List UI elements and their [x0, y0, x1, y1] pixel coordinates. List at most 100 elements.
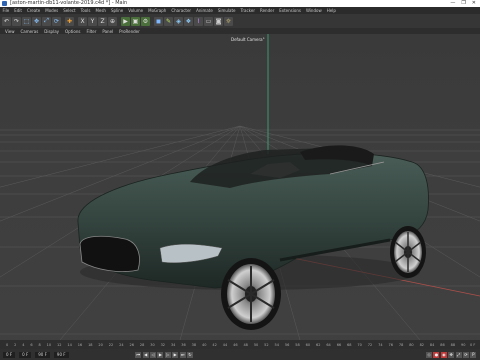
next-frame-icon[interactable]: ▷: [164, 351, 171, 358]
render-settings-icon[interactable]: ⚙: [141, 16, 150, 26]
menu-mograph[interactable]: MoGraph: [146, 8, 169, 13]
recent-tool-icon[interactable]: ✚: [65, 16, 74, 26]
timeline-tick: 42: [212, 342, 217, 347]
viewport-menu-view[interactable]: View: [2, 29, 18, 34]
title-bar: [aston-martin-db11-volante-2019.c4d *] -…: [0, 0, 480, 7]
render-to-picture-viewer-icon[interactable]: ▣: [131, 16, 140, 26]
coordinate-system-icon[interactable]: ⊕: [108, 16, 117, 26]
cube-icon[interactable]: ◼: [154, 16, 163, 26]
key-rotation-icon[interactable]: ⟳: [462, 351, 469, 358]
deformer-icon[interactable]: ⌇: [194, 16, 203, 26]
timeline-tick: 54: [274, 342, 279, 347]
menu-character[interactable]: Character: [169, 8, 194, 13]
prev-frame-icon[interactable]: ◁: [150, 351, 157, 358]
timeline-ruler[interactable]: 0 2 4 6 8 10 12 14 16 18 20 22 24 26 28 30 32 34 36 38 40 42 4…: [0, 340, 480, 349]
menu-tracker[interactable]: Tracker: [238, 8, 257, 13]
viewport-menu-options[interactable]: Options: [62, 29, 83, 34]
timeline-tick: 22: [108, 342, 114, 347]
timeline-tick: 88: [450, 342, 456, 347]
viewport-menu-filter[interactable]: Filter: [83, 29, 99, 34]
key-scale-icon[interactable]: ⤢: [455, 351, 462, 358]
close-button[interactable]: ✕: [472, 0, 476, 7]
pen-icon[interactable]: ✎: [164, 16, 173, 26]
x-axis-lock-icon[interactable]: X: [78, 16, 87, 26]
timeline-tick: 62: [315, 342, 321, 347]
minimize-button[interactable]: —: [450, 0, 455, 7]
timeline-tick: 10: [46, 342, 52, 347]
menu-spline[interactable]: Spline: [108, 8, 125, 13]
move-tool-icon[interactable]: ✥: [32, 16, 41, 26]
timeline-tick: 2: [14, 342, 17, 347]
menu-extensions[interactable]: Extensions: [277, 8, 304, 13]
array-icon[interactable]: ❖: [184, 16, 193, 26]
light-icon[interactable]: ☼: [224, 16, 233, 26]
timeline-tick: 40: [202, 342, 207, 347]
viewport-menu-cameras[interactable]: Cameras: [18, 29, 42, 34]
viewport-menu-panel[interactable]: Panel: [99, 29, 116, 34]
menu-window[interactable]: Window: [303, 8, 324, 13]
menu-select[interactable]: Select: [61, 8, 78, 13]
menu-modes[interactable]: Modes: [43, 8, 61, 13]
timeline-tick: 30: [150, 342, 155, 347]
timeline-tick: 4: [22, 342, 25, 347]
keyframe-selection-icon[interactable]: ◇: [426, 351, 433, 358]
prev-key-icon[interactable]: ◀: [142, 351, 149, 358]
live-selection-icon[interactable]: ⬚: [22, 16, 31, 26]
menu-render[interactable]: Render: [257, 8, 276, 13]
key-param-icon[interactable]: P: [470, 351, 477, 358]
next-key-icon[interactable]: ▶: [172, 351, 179, 358]
key-position-icon[interactable]: ✥: [448, 351, 455, 358]
loop-icon[interactable]: ↻: [186, 351, 193, 358]
menu-file[interactable]: File: [0, 8, 12, 13]
menu-tools[interactable]: Tools: [78, 8, 93, 13]
menu-mesh[interactable]: Mesh: [93, 8, 109, 13]
3d-viewport[interactable]: Default Camera°: [0, 34, 480, 340]
camera-label[interactable]: Default Camera°: [231, 37, 265, 42]
menu-edit[interactable]: Edit: [12, 8, 25, 13]
timeline-tick: 86: [440, 342, 445, 347]
timeline-tick: 76: [388, 342, 393, 347]
timeline-tick: 26: [129, 342, 134, 347]
rear-wheel: [390, 226, 426, 278]
menu-animate[interactable]: Animate: [194, 8, 216, 13]
subdivision-icon[interactable]: ◈: [174, 16, 183, 26]
viewport-menu-display[interactable]: Display: [41, 29, 62, 34]
timeline-tick: 20: [98, 342, 103, 347]
viewport-scene: [0, 34, 480, 340]
timeline-tick: 64: [326, 342, 331, 347]
menu-volume[interactable]: Volume: [126, 8, 146, 13]
z-axis-lock-icon[interactable]: Z: [98, 16, 107, 26]
timeline-tick: 12: [56, 342, 62, 347]
viewport-menu-prorender[interactable]: ProRender: [116, 29, 143, 34]
toolbar-divider: [75, 17, 77, 26]
maximize-button[interactable]: ❐: [461, 0, 465, 7]
camera-icon[interactable]: ◙: [214, 16, 223, 26]
undo-icon[interactable]: ↶: [2, 16, 11, 26]
start-frame-field[interactable]: 0 F: [3, 351, 16, 358]
scale-tool-icon[interactable]: ⤢: [42, 16, 51, 26]
go-to-end-icon[interactable]: ⏭: [179, 351, 186, 358]
floor-icon[interactable]: ▭: [204, 16, 213, 26]
timeline-tick: 32: [160, 342, 166, 347]
menu-create[interactable]: Create: [24, 8, 42, 13]
front-wheel: [221, 258, 281, 330]
menu-help[interactable]: Help: [324, 8, 338, 13]
record-icon[interactable]: ●: [433, 351, 440, 358]
preview-end-field[interactable]: 90 F: [53, 351, 69, 358]
timeline-tick: 28: [139, 342, 145, 347]
y-axis-lock-icon[interactable]: Y: [88, 16, 97, 26]
timeline-tick: 0: [6, 342, 9, 347]
timeline-tick: 48: [243, 342, 248, 347]
current-frame-field[interactable]: 0 F: [19, 351, 32, 358]
toolbar-divider: [151, 17, 153, 26]
go-to-start-icon[interactable]: ⏮: [135, 351, 142, 358]
play-icon[interactable]: ▶: [157, 351, 164, 358]
menu-simulate[interactable]: Simulate: [215, 8, 238, 13]
toolbar-divider: [118, 17, 120, 26]
autokey-icon[interactable]: ◉: [440, 351, 447, 358]
redo-icon[interactable]: ↷: [12, 16, 21, 26]
render-view-icon[interactable]: ▶: [121, 16, 130, 26]
main-menu-bar: File Edit Create Modes Select Tools Mesh…: [0, 7, 480, 14]
end-frame-field[interactable]: 90 F: [35, 351, 50, 358]
rotate-tool-icon[interactable]: ⟳: [52, 16, 61, 26]
